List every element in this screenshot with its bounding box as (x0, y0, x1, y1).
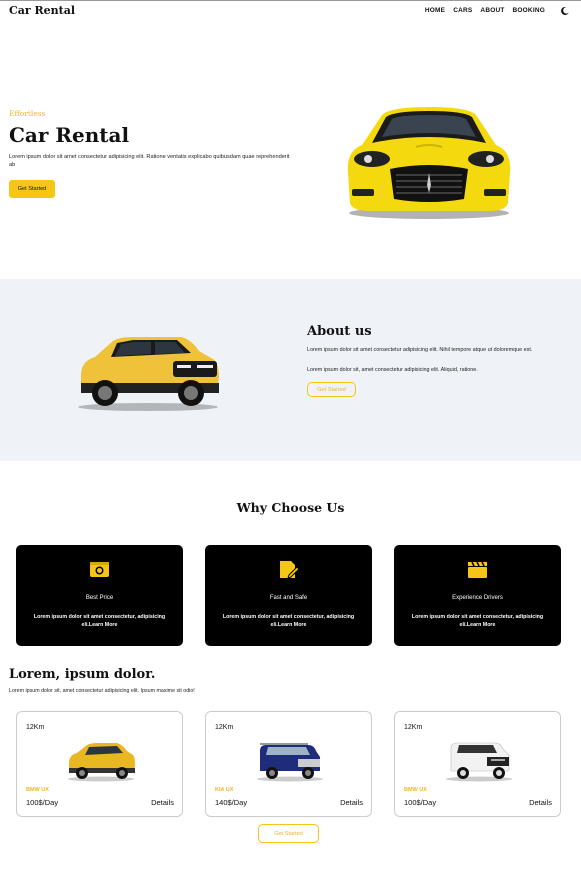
about-suv-image (78, 337, 219, 411)
nav-home[interactable]: HOME (425, 7, 445, 14)
car-name: BMW UX (26, 787, 49, 793)
about-section: About us Lorem ipsum dolor sit amet cons… (0, 279, 581, 461)
car-details-link[interactable]: Details (340, 798, 363, 807)
car-card[interactable]: 12Km KIA UX 140$/Day Details (205, 711, 372, 817)
feature-card-fast-safe: Fast and Safe Lorem ipsum dolor sit amet… (205, 545, 372, 646)
car-price: 100$/Day (404, 798, 437, 807)
car-mileage: 12Km (26, 724, 45, 731)
car-details-link[interactable]: Details (151, 798, 174, 807)
car-name: KIA UX (215, 787, 234, 793)
feature-text: Lorem ipsum dolor sit amet consectetur, … (411, 614, 544, 628)
hero-eyebrow: Effortless (9, 109, 46, 118)
brand-logo[interactable]: Car Rental (9, 4, 75, 17)
car-card[interactable]: 12Km BMW UX 100$/Day Details (394, 711, 561, 817)
car-name: BMW UX (404, 787, 427, 793)
feature-card-experience-drivers: Experience Drivers Lorem ipsum dolor sit… (394, 545, 561, 646)
feature-text: Lorem ipsum dolor sit amet consectetur, … (33, 614, 166, 628)
car-image (446, 742, 512, 782)
car-price: 140$/Day (215, 798, 248, 807)
car-mileage: 12Km (215, 724, 234, 731)
hero-text: Lorem ipsum dolor sit amet consectetur a… (9, 154, 290, 168)
feature-card-best-price: Best Price Lorem ipsum dolor sit amet co… (16, 545, 183, 646)
moon-icon[interactable] (560, 6, 570, 16)
car-mileage: 12Km (404, 724, 423, 731)
about-get-started-button[interactable]: Get Started (307, 382, 356, 397)
about-paragraph-1: Lorem ipsum dolor sit amet consectetur a… (307, 347, 533, 353)
edit-document-icon (280, 561, 299, 579)
car-price: 100$/Day (26, 798, 59, 807)
cars-section-title: Lorem, ipsum dolor. (9, 667, 156, 682)
hero-get-started-button[interactable]: Get Started (9, 180, 55, 198)
why-title: Why Choose Us (236, 500, 345, 515)
feature-title: Experience Drivers (452, 595, 503, 601)
cars-section-subtitle: Lorem ipsum dolor sit, amet consectetur … (9, 688, 195, 694)
hero-section: Effortless Car Rental Lorem ipsum dolor … (0, 21, 581, 279)
nav-cars[interactable]: CARS (453, 7, 472, 14)
cars-get-started-button[interactable]: Get Started (258, 824, 319, 843)
clapperboard-icon (468, 561, 487, 578)
car-image (68, 743, 135, 782)
about-title: About us (307, 324, 372, 339)
hero-car-image (347, 107, 511, 219)
about-paragraph-2: Lorem ipsum dolor sit, amet consectetur … (307, 367, 478, 373)
nav-booking[interactable]: BOOKING (513, 7, 545, 14)
wallet-icon (90, 562, 109, 577)
feature-title: Fast and Safe (269, 595, 308, 601)
car-card[interactable]: 12Km BMW UX 100$/Day Details (16, 711, 183, 817)
car-details-link[interactable]: Details (529, 798, 552, 807)
nav-about[interactable]: ABOUT (480, 7, 504, 14)
nav-menu: HOME CARS ABOUT BOOKING (425, 7, 545, 14)
feature-title: Best Price (85, 595, 114, 601)
hero-title: Car Rental (9, 123, 130, 147)
car-image (257, 743, 323, 782)
navbar: Car Rental HOME CARS ABOUT BOOKING (0, 0, 581, 21)
feature-text: Lorem ipsum dolor sit amet consectetur, … (222, 614, 355, 628)
